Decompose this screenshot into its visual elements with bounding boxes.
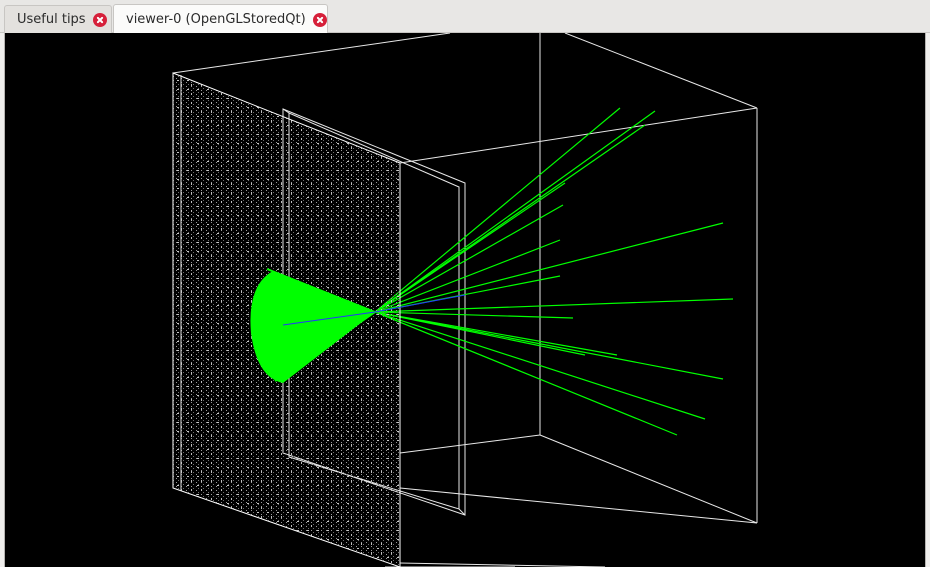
tab-label: viewer-0 (OpenGLStoredQt): [126, 12, 306, 27]
tab-bar: Useful tips viewer-0 (OpenGLStoredQt): [0, 0, 930, 34]
close-tab-icon[interactable]: [92, 12, 107, 27]
opengl-viewer[interactable]: [4, 33, 926, 567]
tab-useful-tips[interactable]: Useful tips: [4, 5, 112, 33]
tab-label: Useful tips: [17, 12, 86, 27]
close-tab-icon[interactable]: [312, 12, 327, 27]
tab-viewer-0[interactable]: viewer-0 (OpenGLStoredQt): [113, 4, 328, 34]
app-window: Useful tips viewer-0 (OpenGLStoredQt): [0, 0, 930, 567]
scene-canvas[interactable]: [5, 33, 925, 567]
particle-tracks: [374, 107, 734, 436]
